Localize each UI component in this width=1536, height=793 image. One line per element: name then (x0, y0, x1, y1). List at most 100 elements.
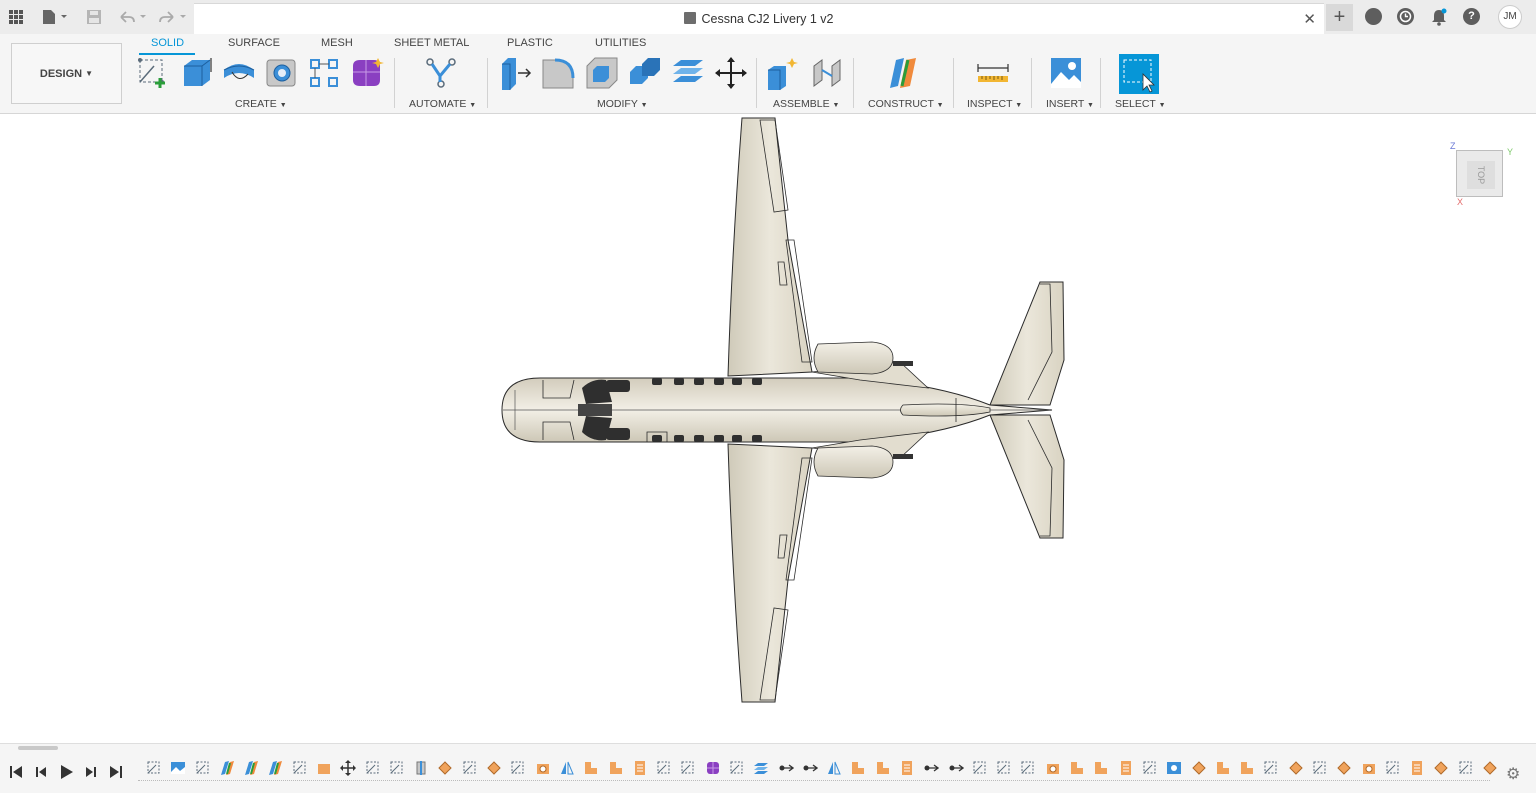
timeline-feature-move-icon[interactable] (340, 760, 356, 776)
revolve-icon[interactable] (222, 56, 256, 90)
file-menu-icon[interactable] (40, 7, 70, 27)
play-icon[interactable] (58, 764, 74, 780)
construct-group-label[interactable]: CONSTRUCT ▼ (868, 98, 944, 110)
timeline-feature-mirror-icon[interactable] (559, 760, 575, 776)
tab-plastic[interactable]: PLASTIC (507, 37, 553, 49)
view-cube[interactable]: TOP (1456, 150, 1503, 197)
workspace-switcher-button[interactable]: DESIGN ▼ (11, 43, 122, 104)
help-icon[interactable]: ? (1463, 8, 1480, 25)
timeline-feature-joint-icon[interactable] (948, 760, 965, 776)
hole-icon[interactable] (265, 56, 299, 90)
form-icon[interactable] (350, 56, 384, 90)
timeline-feature-image-icon[interactable] (170, 760, 186, 776)
timeline-feature-align-icon[interactable] (899, 760, 915, 776)
timeline-feature-align-icon[interactable] (632, 760, 648, 776)
timeline-feature-hole-icon[interactable] (1361, 760, 1377, 776)
tab-sheet-metal[interactable]: SHEET METAL (394, 37, 469, 49)
timeline-feature-joint-icon[interactable] (778, 760, 795, 776)
next-step-icon[interactable] (83, 764, 99, 780)
timeline-feature-hole-icon[interactable] (535, 760, 551, 776)
timeline-feature-sketch-icon[interactable] (389, 760, 405, 776)
close-tab-icon[interactable]: ✕ (1303, 10, 1316, 28)
offset-plane-icon[interactable] (886, 56, 920, 90)
timeline-feature-plane-icon[interactable] (267, 760, 283, 776)
timeline-feature-corner-icon[interactable] (1239, 760, 1255, 776)
timeline-feature-plane-icon[interactable] (243, 760, 259, 776)
timeline-feature-sketch-icon[interactable] (1020, 760, 1036, 776)
insert-image-icon[interactable] (1049, 56, 1083, 90)
timeline-feature-sketch-icon[interactable] (1385, 760, 1401, 776)
timeline-feature-replace-icon[interactable] (753, 760, 769, 776)
timeline-feature-align-icon[interactable] (1409, 760, 1425, 776)
tab-surface[interactable]: SURFACE (228, 37, 280, 49)
last-step-icon[interactable] (108, 764, 124, 780)
replace-face-icon[interactable] (671, 56, 705, 90)
timeline-track[interactable] (138, 780, 1490, 784)
user-avatar[interactable]: JM (1498, 5, 1522, 29)
timeline-feature-sketch-icon[interactable] (1458, 760, 1474, 776)
apps-grid-icon[interactable] (6, 7, 26, 27)
create-sketch-icon[interactable] (136, 56, 170, 90)
timeline-feature-sketch-icon[interactable] (729, 760, 745, 776)
timeline-feature-sketch-icon[interactable] (146, 760, 162, 776)
rectangular-pattern-icon[interactable] (307, 56, 341, 90)
timeline-feature-sketch-icon[interactable] (680, 760, 696, 776)
timeline-feature-corner-icon[interactable] (1069, 760, 1085, 776)
combine-icon[interactable] (628, 56, 662, 90)
settings-gear-icon[interactable]: ⚙ (1506, 764, 1520, 784)
assemble-group-label[interactable]: ASSEMBLE ▼ (773, 98, 839, 110)
timeline-feature-sketch-icon[interactable] (656, 760, 672, 776)
timeline-feature-sketch-icon[interactable] (972, 760, 988, 776)
timeline-feature-fillet-icon[interactable] (1288, 760, 1304, 776)
timeline-feature-sketch-icon[interactable] (510, 760, 526, 776)
view-cube-top-face[interactable]: TOP (1467, 161, 1495, 189)
select-group-label[interactable]: SELECT ▼ (1115, 98, 1166, 110)
redo-icon[interactable] (156, 7, 188, 27)
timeline-feature-orange-icon[interactable] (316, 760, 332, 776)
timeline-feature-shell-icon[interactable] (1166, 760, 1182, 776)
timeline-feature-plane-icon[interactable] (219, 760, 235, 776)
insert-group-label[interactable]: INSERT ▼ (1046, 98, 1094, 110)
timeline-feature-corner-icon[interactable] (875, 760, 891, 776)
joint-icon[interactable] (810, 56, 844, 90)
timeline-feature-align-icon[interactable] (1118, 760, 1134, 776)
automated-modeling-icon[interactable] (424, 56, 458, 90)
extensions-icon[interactable] (1365, 8, 1382, 25)
timeline-feature-joint-icon[interactable] (802, 760, 819, 776)
measure-icon[interactable] (976, 56, 1010, 90)
select-icon[interactable] (1119, 54, 1159, 94)
timeline-feature-fillet-icon[interactable] (486, 760, 502, 776)
timeline-feature-corner-icon[interactable] (1215, 760, 1231, 776)
new-tab-button[interactable]: + (1326, 4, 1353, 31)
new-component-icon[interactable] (766, 56, 800, 90)
timeline-feature-joint-icon[interactable] (923, 760, 940, 776)
timeline-scrollbar[interactable] (18, 746, 58, 750)
job-status-icon[interactable] (1397, 8, 1414, 25)
modify-group-label[interactable]: MODIFY ▼ (597, 98, 648, 110)
extrude-icon[interactable] (180, 56, 214, 90)
fillet-icon[interactable] (541, 56, 575, 90)
timeline-feature-fillet-icon[interactable] (1336, 760, 1352, 776)
move-copy-icon[interactable] (714, 56, 748, 90)
automate-group-label[interactable]: AUTOMATE ▼ (409, 98, 476, 110)
first-step-icon[interactable] (8, 764, 24, 780)
timeline-feature-sketch-icon[interactable] (195, 760, 211, 776)
tab-utilities[interactable]: UTILITIES (595, 37, 646, 49)
inspect-group-label[interactable]: INSPECT ▼ (967, 98, 1022, 110)
undo-icon[interactable] (116, 7, 148, 27)
timeline-feature-mirror-icon[interactable] (826, 760, 842, 776)
timeline-feature-sketch-icon[interactable] (462, 760, 478, 776)
aircraft-model[interactable] (0, 115, 1536, 743)
timeline-feature-sketch-icon[interactable] (1142, 760, 1158, 776)
timeline-feature-corner-icon[interactable] (1093, 760, 1109, 776)
create-group-label[interactable]: CREATE ▼ (235, 98, 287, 110)
timeline-feature-split-icon[interactable] (413, 760, 429, 776)
timeline-feature-sketch-icon[interactable] (1312, 760, 1328, 776)
timeline-feature-corner-icon[interactable] (850, 760, 866, 776)
document-tab[interactable]: Cessna CJ2 Livery 1 v2 ✕ (194, 3, 1324, 34)
timeline-feature-fillet-icon[interactable] (1482, 760, 1498, 776)
timeline-feature-fillet-icon[interactable] (437, 760, 453, 776)
shell-icon[interactable] (585, 56, 619, 90)
timeline-feature-fillet-icon[interactable] (1433, 760, 1449, 776)
timeline-feature-sketch-icon[interactable] (996, 760, 1012, 776)
